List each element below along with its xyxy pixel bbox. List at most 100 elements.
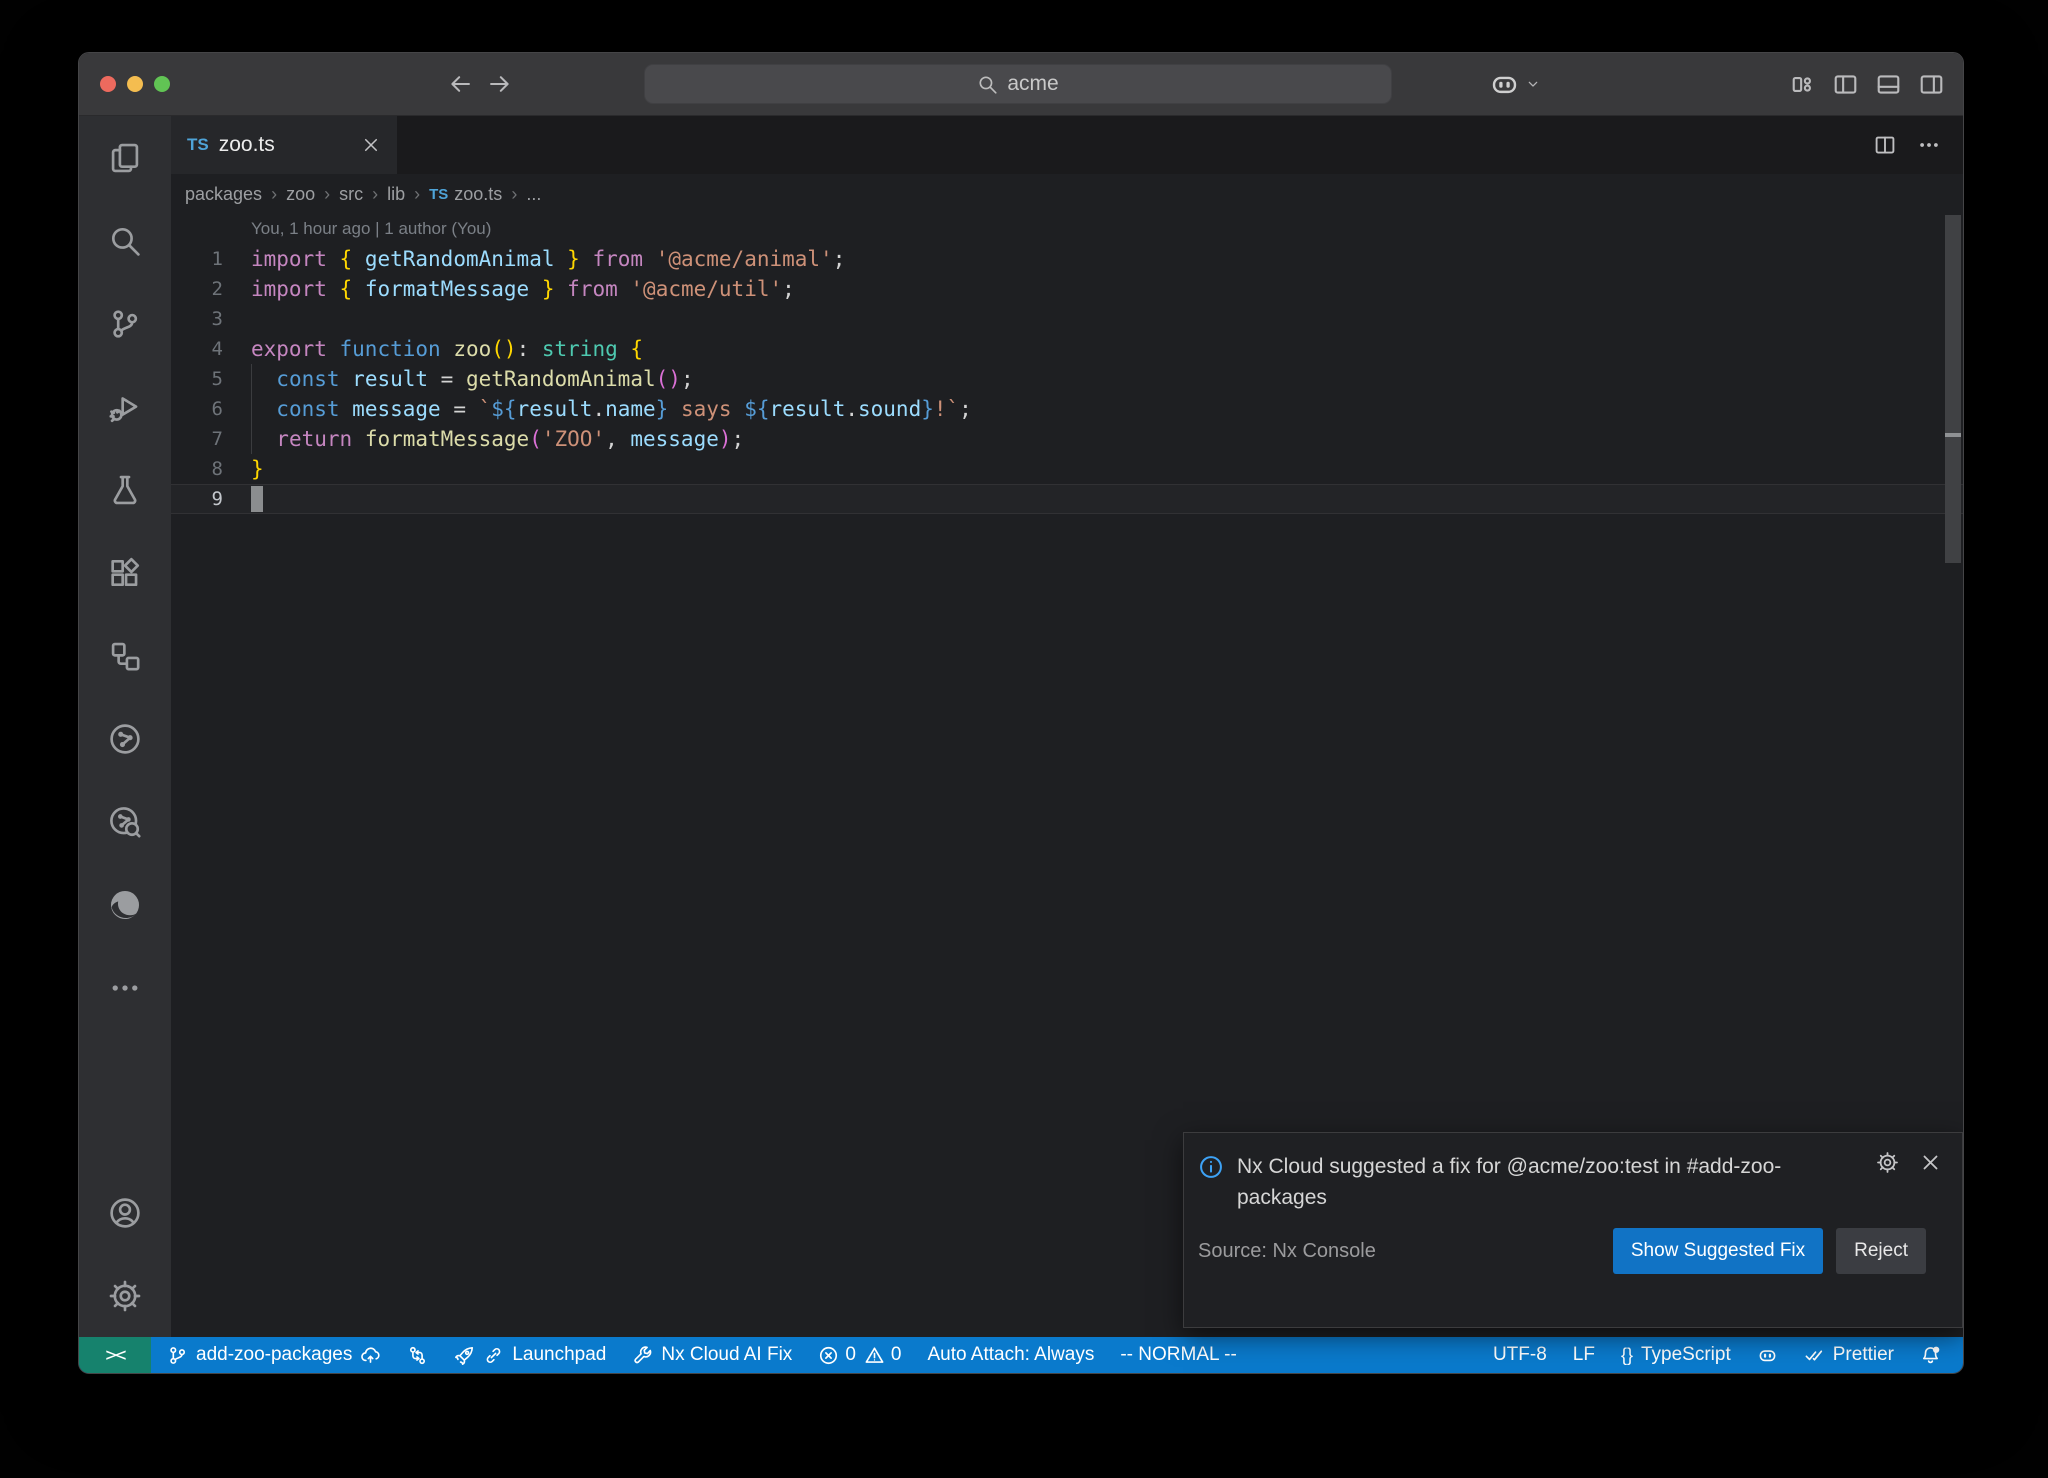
- gear-icon: [108, 1279, 142, 1313]
- more-actions-icon[interactable]: [1917, 133, 1941, 157]
- desktop: acme: [0, 0, 2048, 1478]
- command-center-search[interactable]: acme: [644, 64, 1392, 104]
- encoding-status[interactable]: UTF-8: [1493, 1344, 1547, 1366]
- formatter-status[interactable]: Prettier: [1804, 1344, 1894, 1366]
- notification-close-icon[interactable]: [1919, 1151, 1942, 1174]
- git-branch-status[interactable]: add-zoo-packages: [167, 1344, 381, 1366]
- back-icon[interactable]: [447, 71, 473, 97]
- customize-layout-icon[interactable]: [1789, 71, 1816, 98]
- eol-label: LF: [1573, 1344, 1595, 1366]
- code-line-2[interactable]: 2import { formatMessage } from '@acme/ut…: [171, 274, 1963, 304]
- search-icon: [977, 74, 998, 95]
- reject-button[interactable]: Reject: [1836, 1228, 1926, 1274]
- code-text: import { getRandomAnimal } from '@acme/a…: [223, 244, 845, 274]
- nx-cloud-fix-label: Nx Cloud AI Fix: [661, 1344, 792, 1366]
- references-tab[interactable]: [79, 614, 171, 697]
- notification-footer: Source: Nx Console Show Suggested Fix Re…: [1198, 1228, 1942, 1274]
- nx-cloud-fix-status[interactable]: Nx Cloud AI Fix: [632, 1344, 792, 1366]
- more-views-button[interactable]: [79, 946, 171, 1029]
- history-navigation: [447, 53, 513, 115]
- breadcrumb-separator: ›: [511, 184, 517, 205]
- copilot-menu[interactable]: [1489, 53, 1541, 115]
- nx-console-icon: [108, 722, 142, 756]
- notification-settings-gear-icon[interactable]: [1876, 1151, 1899, 1174]
- branch-icon: [167, 1345, 188, 1366]
- extensions-tab[interactable]: [79, 531, 171, 614]
- files-icon: [108, 141, 142, 175]
- compare-changes-status[interactable]: [407, 1345, 428, 1366]
- code-line-1[interactable]: 1import { getRandomAnimal } from '@acme/…: [171, 244, 1963, 274]
- code-line-3[interactable]: 3: [171, 304, 1963, 334]
- toggle-primary-sidebar-icon[interactable]: [1832, 71, 1859, 98]
- remote-indicator[interactable]: ><: [79, 1337, 151, 1373]
- toggle-secondary-sidebar-icon[interactable]: [1918, 71, 1945, 98]
- vim-mode-status[interactable]: -- NORMAL --: [1120, 1344, 1236, 1366]
- language-label: TypeScript: [1641, 1344, 1731, 1366]
- copilot-status[interactable]: [1757, 1345, 1778, 1366]
- zoom-window-button[interactable]: [154, 76, 170, 92]
- code-text: const result = getRandomAnimal();: [223, 364, 694, 394]
- line-number: 5: [171, 364, 223, 394]
- launchpad-status[interactable]: Launchpad: [454, 1344, 606, 1366]
- breadcrumb-item[interactable]: lib: [387, 184, 405, 205]
- error-icon: [818, 1345, 839, 1366]
- code-line-8[interactable]: 8}: [171, 454, 1963, 484]
- warning-icon: [864, 1345, 885, 1366]
- double-check-icon: [1804, 1345, 1825, 1366]
- line-number: 9: [171, 484, 223, 514]
- nx-cloud-tab[interactable]: [79, 780, 171, 863]
- copilot-icon: [1489, 69, 1520, 100]
- accounts-button[interactable]: [79, 1171, 171, 1254]
- linked-squares-icon: [108, 639, 142, 673]
- edge-tools-tab[interactable]: [79, 863, 171, 946]
- tab-zoo-ts[interactable]: TS zoo.ts: [171, 116, 397, 174]
- code-line-4[interactable]: 4export function zoo(): string {: [171, 334, 1963, 364]
- breadcrumb-item[interactable]: ...: [526, 184, 541, 205]
- line-number: 7: [171, 424, 223, 454]
- breadcrumb-item[interactable]: packages: [185, 184, 262, 205]
- minimize-window-button[interactable]: [127, 76, 143, 92]
- titlebar: acme: [79, 53, 1963, 116]
- code-text: [223, 304, 251, 334]
- close-window-button[interactable]: [100, 76, 116, 92]
- eol-status[interactable]: LF: [1573, 1344, 1595, 1366]
- scrollbar-thumb[interactable]: [1945, 215, 1961, 563]
- settings-button[interactable]: [79, 1254, 171, 1337]
- problems-status[interactable]: 0 0: [818, 1344, 901, 1366]
- vim-mode-label: -- NORMAL --: [1120, 1344, 1236, 1366]
- breadcrumb-label: src: [339, 184, 363, 205]
- auto-attach-status[interactable]: Auto Attach: Always: [927, 1344, 1094, 1366]
- split-editor-icon[interactable]: [1873, 133, 1897, 157]
- close-tab-icon[interactable]: [361, 135, 381, 155]
- testing-tab[interactable]: [79, 448, 171, 531]
- notifications-status[interactable]: [1920, 1345, 1941, 1366]
- breadcrumb-label: zoo.ts: [454, 184, 502, 205]
- line-number: 3: [171, 304, 223, 334]
- code-line-5[interactable]: 5 const result = getRandomAnimal();: [171, 364, 1963, 394]
- search-icon: [108, 224, 142, 258]
- show-suggested-fix-button[interactable]: Show Suggested Fix: [1613, 1228, 1823, 1274]
- toggle-panel-icon[interactable]: [1875, 71, 1902, 98]
- breadcrumb-item[interactable]: TSzoo.ts: [429, 184, 502, 205]
- explorer-tab[interactable]: [79, 116, 171, 199]
- language-mode-status[interactable]: {} TypeScript: [1621, 1344, 1731, 1366]
- code-line-7[interactable]: 7 return formatMessage('ZOO', message);: [171, 424, 1963, 454]
- breadcrumb: packages›zoo›src›lib›TSzoo.ts›...: [171, 174, 1963, 214]
- breadcrumb-label: packages: [185, 184, 262, 205]
- status-right: UTF-8 LF {} TypeScript Prettier: [1493, 1344, 1963, 1366]
- edge-browser-icon: [108, 888, 142, 922]
- source-control-tab[interactable]: [79, 282, 171, 365]
- breadcrumb-label: lib: [387, 184, 405, 205]
- code-line-9[interactable]: 9: [171, 484, 1963, 514]
- code-line-6[interactable]: 6 const message = `${result.name} says $…: [171, 394, 1963, 424]
- nx-console-tab[interactable]: [79, 697, 171, 780]
- cloud-upload-icon: [360, 1345, 381, 1366]
- breadcrumb-item[interactable]: src: [339, 184, 363, 205]
- code-text: }: [223, 454, 264, 484]
- breadcrumb-item[interactable]: zoo: [286, 184, 315, 205]
- forward-icon[interactable]: [487, 71, 513, 97]
- run-debug-tab[interactable]: [79, 365, 171, 448]
- tab-label: zoo.ts: [219, 133, 275, 157]
- search-tab[interactable]: [79, 199, 171, 282]
- status-bar: >< add-zoo-packages Launchpad Nx C: [79, 1337, 1963, 1373]
